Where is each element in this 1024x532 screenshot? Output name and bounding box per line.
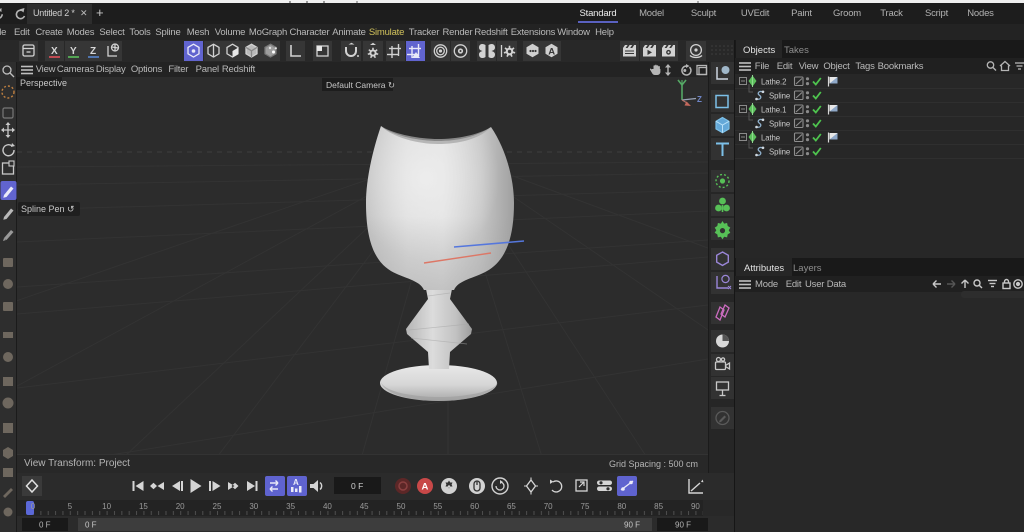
svg-text:35: 35 [286,502,295,511]
svg-text:A: A [422,482,429,493]
svg-text:10: 10 [102,502,111,511]
svg-text:20: 20 [176,502,185,511]
svg-text:25: 25 [213,502,222,511]
svg-text:50: 50 [397,502,406,511]
svg-text:90 F: 90 F [675,521,691,530]
svg-text:5: 5 [68,502,73,511]
svg-text:0 F: 0 F [351,481,363,491]
svg-text:15: 15 [139,502,148,511]
svg-text:Z: Z [697,95,702,104]
svg-text:Spline: Spline [769,148,790,157]
svg-text:0 F: 0 F [85,521,97,530]
svg-text:70: 70 [544,502,553,511]
svg-text:Lathe: Lathe [761,134,780,143]
svg-text:Lathe.1: Lathe.1 [761,106,786,115]
svg-text:85: 85 [654,502,663,511]
svg-text:X: X [51,46,58,57]
svg-text:Spline: Spline [769,92,790,101]
svg-text:90 F: 90 F [624,521,640,530]
svg-text:65: 65 [507,502,516,511]
svg-text:30: 30 [249,502,258,511]
svg-text:0 F: 0 F [39,521,51,530]
svg-text:80: 80 [617,502,626,511]
svg-text:Y: Y [70,46,77,57]
svg-text:75: 75 [581,502,590,511]
svg-text:45: 45 [360,502,369,511]
svg-text:0: 0 [31,502,36,511]
svg-text:A: A [548,47,555,58]
svg-text:A: A [293,478,299,487]
svg-text:55: 55 [433,502,442,511]
svg-text:Z: Z [90,46,96,57]
svg-text:90: 90 [691,502,700,511]
svg-text:Lathe.2: Lathe.2 [761,78,786,87]
svg-text:Spline: Spline [769,120,790,129]
svg-text:60: 60 [470,502,479,511]
svg-text:40: 40 [323,502,332,511]
